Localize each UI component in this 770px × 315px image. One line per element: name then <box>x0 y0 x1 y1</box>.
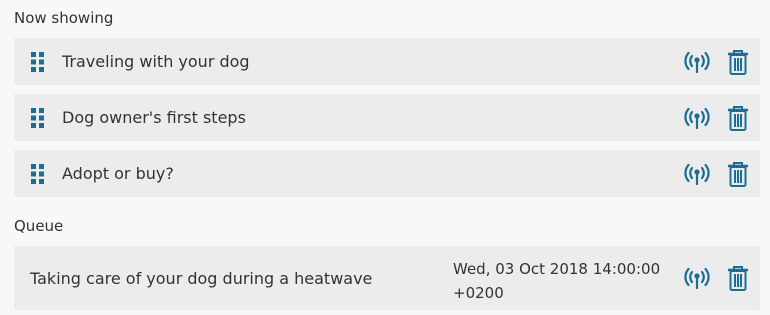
item-title: Dog owner's first steps <box>62 108 246 127</box>
scheduled-date-line2: +0200 <box>453 284 504 302</box>
item-title: Traveling with your dog <box>62 52 250 71</box>
scheduled-date: Wed, 03 Oct 2018 14:00:00 +0200 <box>453 257 660 305</box>
now-showing-item: Adopt or buy? <box>14 150 760 197</box>
drag-handle-icon[interactable] <box>30 163 46 185</box>
trash-icon[interactable] <box>724 160 752 188</box>
scheduled-date-line1: Wed, 03 Oct 2018 14:00:00 <box>453 260 661 278</box>
item-title: Taking care of your dog during a heatwav… <box>30 269 373 288</box>
drag-handle-icon[interactable] <box>30 107 46 129</box>
queue-item: Taking care of your dog during a heatwav… <box>14 246 760 310</box>
trash-icon[interactable] <box>724 48 752 76</box>
now-showing-item: Traveling with your dog <box>14 38 760 85</box>
broadcast-icon[interactable] <box>683 48 711 76</box>
trash-icon[interactable] <box>724 104 752 132</box>
broadcast-icon[interactable] <box>683 104 711 132</box>
broadcast-icon[interactable] <box>683 160 711 188</box>
queue-heading: Queue <box>14 217 64 235</box>
item-title: Adopt or buy? <box>62 164 174 183</box>
drag-handle-icon[interactable] <box>30 51 46 73</box>
trash-icon[interactable] <box>724 264 752 292</box>
now-showing-item: Dog owner's first steps <box>14 94 760 141</box>
broadcast-icon[interactable] <box>683 264 711 292</box>
now-showing-heading: Now showing <box>14 9 114 27</box>
